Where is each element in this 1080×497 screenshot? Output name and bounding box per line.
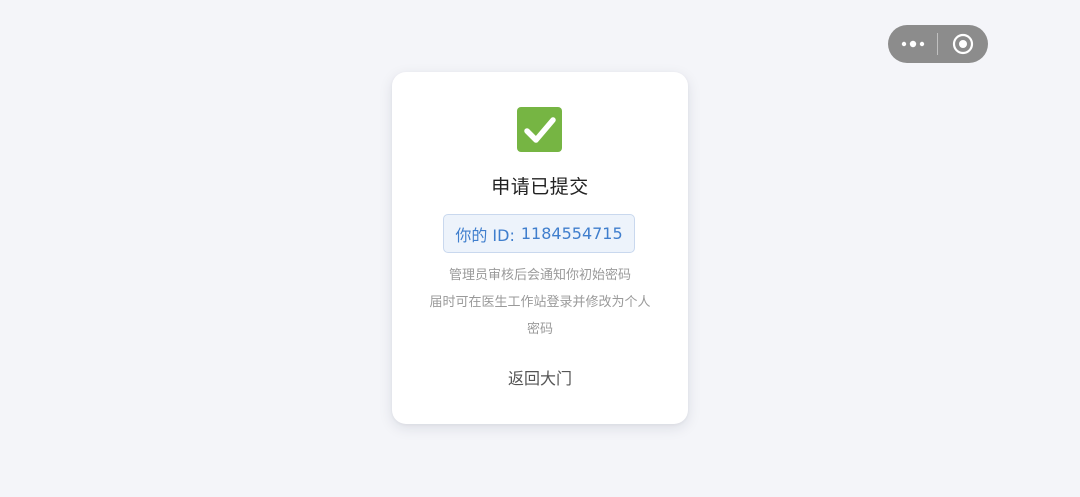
more-dots-icon — [901, 40, 924, 48]
page-title: 申请已提交 — [491, 176, 589, 198]
user-id-value: 1184554715 — [520, 224, 623, 243]
info-text-line-1: 管理员审核后会通知你初始密码 — [448, 268, 631, 283]
target-circle-icon — [952, 33, 974, 55]
user-id-badge: 你的 ID: 1184554715 — [443, 214, 635, 253]
mini-program-capsule — [888, 25, 988, 63]
info-text-line-3: 密码 — [526, 322, 553, 337]
back-to-gate-link[interactable]: 返回大门 — [392, 367, 688, 391]
close-mini-program-button[interactable] — [938, 25, 988, 63]
user-id-label: 你的 ID: — [455, 225, 515, 245]
more-button[interactable] — [888, 25, 937, 63]
info-text-line-2: 届时可在医生工作站登录并修改为个人 — [429, 295, 651, 310]
check-mark-icon — [517, 107, 562, 152]
submission-success-card: 申请已提交 你的 ID: 1184554715 管理员审核后会通知你初始密码 届… — [392, 72, 688, 424]
